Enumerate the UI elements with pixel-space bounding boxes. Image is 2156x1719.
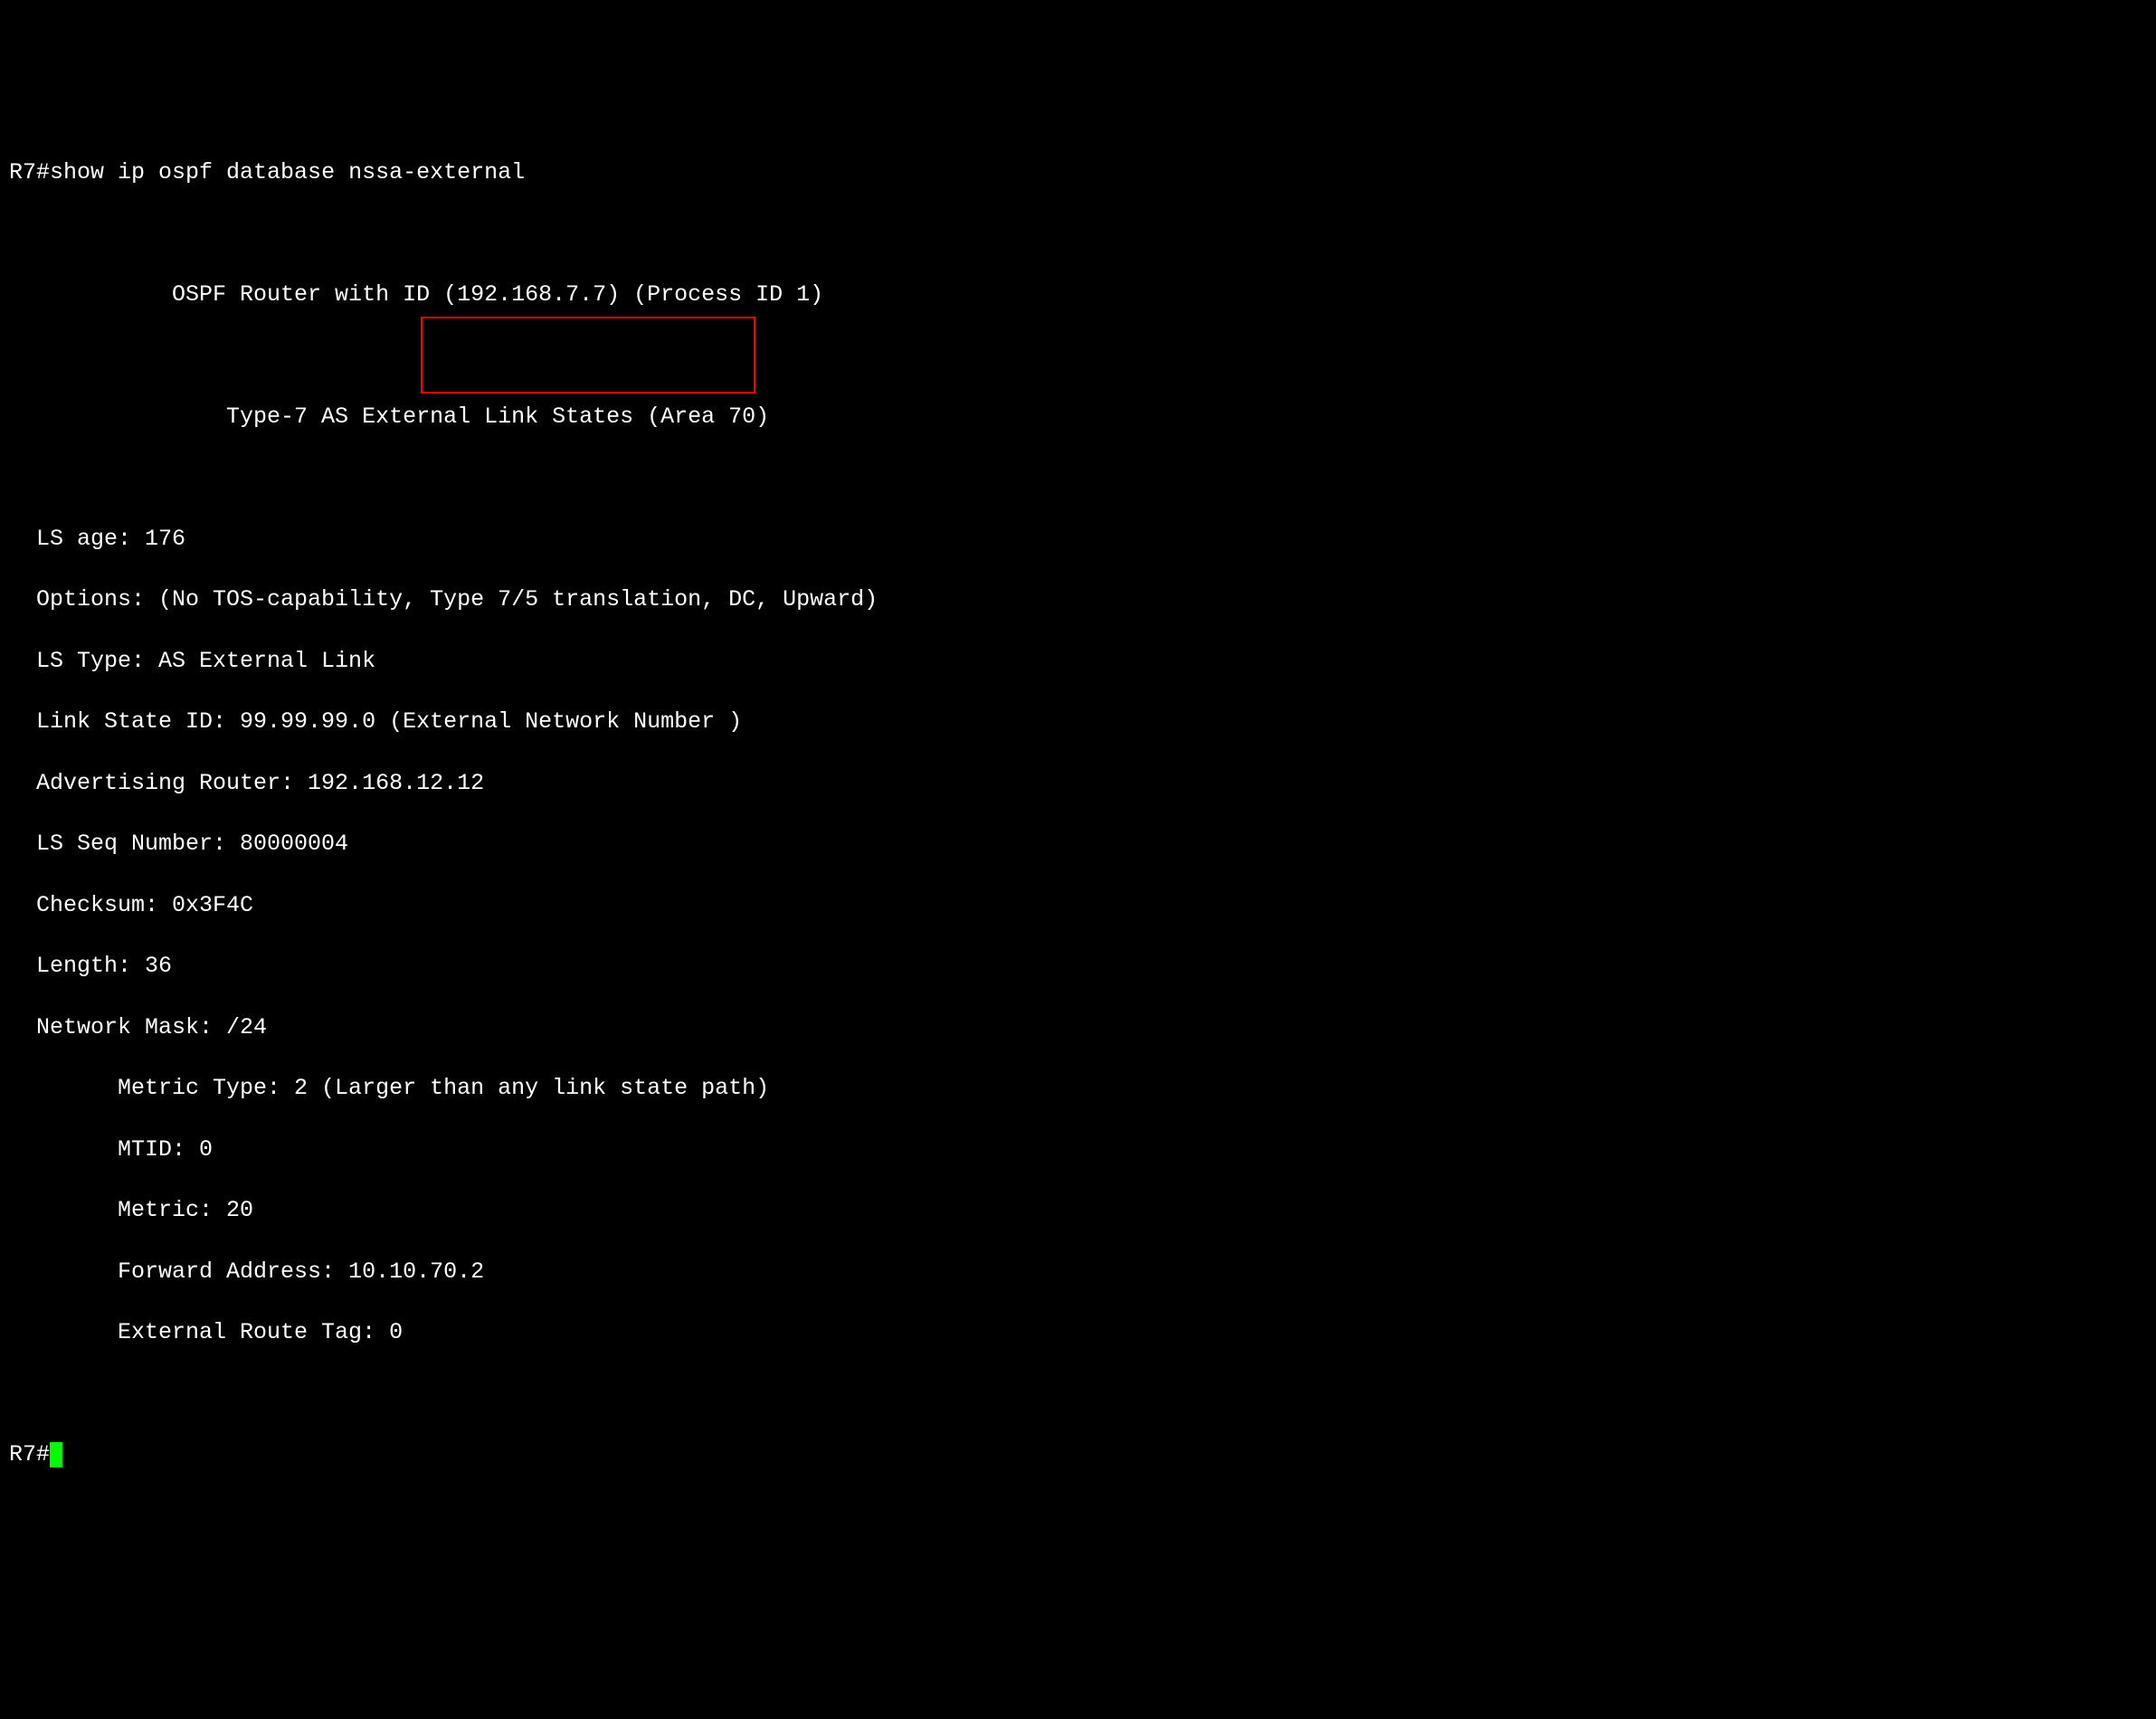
metric-type: Metric Type: 2 (Larger than any link sta… [9,1073,2147,1104]
checksum: Checksum: 0x3F4C [9,890,2147,921]
cursor-icon [50,1442,62,1467]
ls-age: LS age: 176 [9,524,2147,555]
options-highlighted: Type 7/5 translation, [430,586,715,613]
blank-line [9,462,2147,493]
terminal-output: R7#show ip ospf database nssa-external O… [9,127,2147,1562]
options-line: Options: (No TOS-capability, Type 7/5 tr… [9,584,2147,615]
link-state-id: Link State ID: 99.99.99.0 (External Netw… [9,707,2147,737]
prompt: R7# [9,1441,50,1467]
metric: Metric: 20 [9,1195,2147,1226]
ospf-header: OSPF Router with ID (192.168.7.7) (Proce… [9,280,2147,310]
length: Length: 36 [9,951,2147,982]
forward-address: Forward Address: 10.10.70.2 [9,1257,2147,1287]
command-text: show ip ospf database nssa-external [50,159,525,185]
blank-line [9,340,2147,371]
options-pre: Options: (No TOS-capability, [9,586,430,613]
advertising-router: Advertising Router: 192.168.12.12 [9,768,2147,799]
prompt-line[interactable]: R7# [9,1439,2147,1470]
command-line: R7#show ip ospf database nssa-external [9,157,2147,188]
blank-line [9,1379,2147,1410]
ls-type: LS Type: AS External Link [9,646,2147,677]
mtid: MTID: 0 [9,1135,2147,1165]
options-post: DC, Upward) [715,586,878,613]
prompt: R7# [9,159,50,185]
external-route-tag: External Route Tag: 0 [9,1317,2147,1348]
section-header: Type-7 AS External Link States (Area 70) [9,402,2147,432]
ls-seq-number: LS Seq Number: 80000004 [9,829,2147,860]
network-mask: Network Mask: /24 [9,1012,2147,1043]
blank-line [9,218,2147,249]
